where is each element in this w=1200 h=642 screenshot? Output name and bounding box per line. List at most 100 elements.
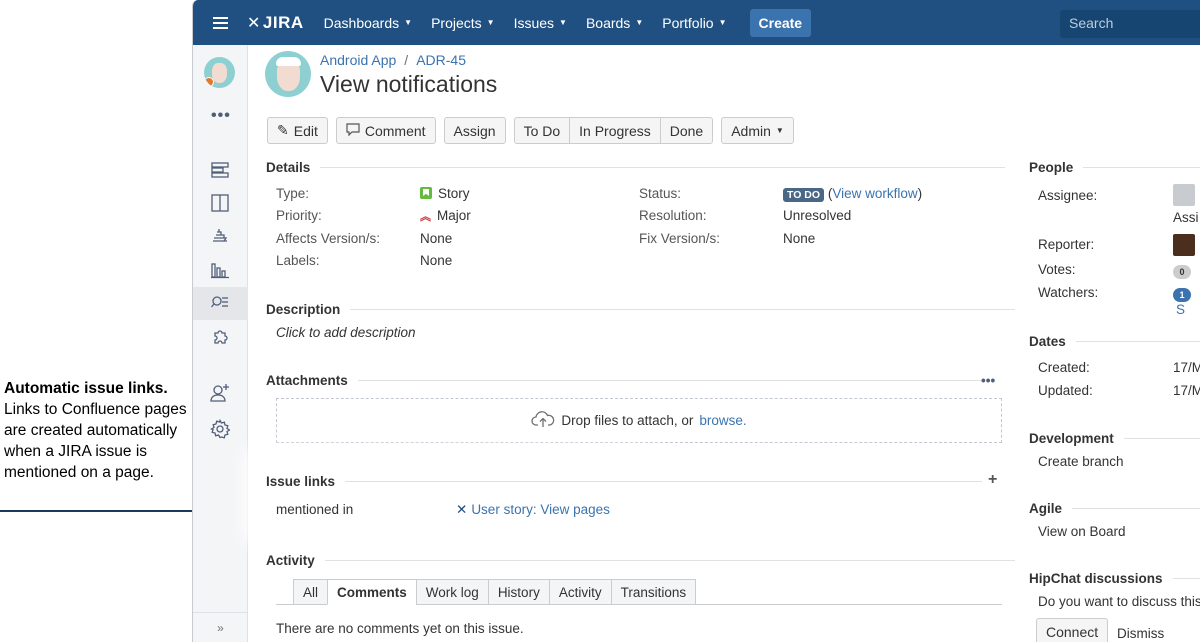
tab-activity[interactable]: Activity bbox=[548, 579, 612, 605]
chevron-down-icon: ▼ bbox=[775, 126, 784, 135]
browse-link[interactable]: browse. bbox=[699, 413, 746, 428]
reporter-avatar bbox=[1173, 234, 1195, 256]
settings-icon[interactable] bbox=[210, 419, 230, 439]
assignee-avatar bbox=[1173, 184, 1195, 206]
reporter-label: Reporter: bbox=[1038, 237, 1095, 252]
annotation-callout: Automatic issue links. Links to Confluen… bbox=[4, 378, 190, 483]
nav-issues[interactable]: Issues ▼ bbox=[514, 15, 567, 31]
nav-projects[interactable]: Projects ▼ bbox=[431, 15, 495, 31]
tab-comments[interactable]: Comments bbox=[327, 579, 417, 605]
issue-links-heading: Issue links bbox=[266, 474, 983, 489]
issue-toolbar: ✎ Edit Comment Assign To Do In Progress … bbox=[267, 117, 794, 144]
more-icon[interactable]: ••• bbox=[211, 107, 231, 125]
agile-heading: Agile bbox=[1029, 501, 1200, 516]
breadcrumb-project-link[interactable]: Android App bbox=[320, 52, 396, 68]
status-label: Status: bbox=[639, 186, 682, 201]
create-branch-link[interactable]: Create branch bbox=[1038, 454, 1124, 469]
nav-portfolio[interactable]: Portfolio ▼ bbox=[662, 15, 726, 31]
chevron-down-icon: ▼ bbox=[718, 18, 727, 27]
chevron-down-icon: ▼ bbox=[635, 18, 644, 27]
type-label: Type: bbox=[276, 186, 310, 201]
top-navigation-bar: ✕ JIRA Dashboards ▼ Projects ▼ Issues ▼ Boa… bbox=[193, 0, 1200, 45]
status-badge: TO DO bbox=[783, 188, 825, 202]
edit-button[interactable]: ✎ Edit bbox=[267, 117, 328, 144]
tab-work-log[interactable]: Work log bbox=[415, 579, 489, 605]
votes-label: Votes: bbox=[1038, 262, 1076, 277]
priority-major-icon: ︽ bbox=[420, 211, 431, 223]
nav-boards[interactable]: Boards ▼ bbox=[586, 15, 643, 31]
confluence-icon: ✕ bbox=[456, 502, 468, 517]
page-title: View notifications bbox=[320, 71, 498, 97]
search-input[interactable]: Search bbox=[1060, 10, 1200, 38]
collapse-sidebar-button[interactable]: » bbox=[193, 612, 248, 642]
attachments-more-icon[interactable]: ••• bbox=[981, 373, 995, 388]
labels-value: None bbox=[420, 253, 453, 268]
addons-icon[interactable] bbox=[210, 327, 230, 347]
assign-button[interactable]: Assign bbox=[443, 117, 506, 144]
tab-all[interactable]: All bbox=[293, 579, 329, 605]
watchers-label: Watchers: bbox=[1038, 285, 1099, 300]
issues-icon[interactable] bbox=[210, 293, 230, 313]
board-icon[interactable] bbox=[210, 193, 230, 213]
reports-icon[interactable] bbox=[210, 260, 230, 280]
priority-label: Priority: bbox=[276, 208, 322, 223]
issue-view: Android App / ADR-45 View notifications … bbox=[248, 45, 1200, 642]
releases-icon[interactable] bbox=[210, 226, 230, 246]
details-heading: Details bbox=[266, 160, 1006, 175]
chevron-down-icon: ▼ bbox=[404, 18, 413, 27]
view-on-board-link[interactable]: View on Board bbox=[1038, 524, 1126, 539]
priority-value: ︽ Major bbox=[420, 208, 471, 223]
attachment-dropzone[interactable]: Drop files to attach, or browse. bbox=[276, 398, 1002, 443]
chevron-down-icon: ▼ bbox=[559, 18, 567, 27]
todo-button[interactable]: To Do bbox=[513, 117, 571, 144]
resolution-label: Resolution: bbox=[639, 208, 707, 223]
nav-dashboards[interactable]: Dashboards ▼ bbox=[324, 15, 412, 31]
description-heading: Description bbox=[266, 302, 1016, 317]
workflow-button-group: To Do In Progress Done bbox=[513, 117, 714, 144]
status-value: TO DO (View workflow) bbox=[783, 186, 922, 202]
activity-tabs: All Comments Work log History Activity T… bbox=[293, 579, 697, 605]
created-label: Created: bbox=[1038, 360, 1090, 375]
issue-links-highlight bbox=[254, 460, 648, 532]
backlog-icon[interactable] bbox=[210, 160, 230, 180]
project-avatar-large[interactable] bbox=[265, 51, 311, 97]
add-people-icon[interactable] bbox=[210, 383, 230, 403]
callout-title: Automatic issue links. bbox=[4, 380, 168, 397]
jira-window: ✕ JIRA Dashboards ▼ Projects ▼ Issues ▼ Boa… bbox=[192, 0, 1200, 642]
resolution-value: Unresolved bbox=[783, 208, 852, 223]
breadcrumb-issue-key[interactable]: ADR-45 bbox=[416, 52, 466, 68]
votes-count[interactable]: 0 bbox=[1173, 263, 1191, 279]
assignee-label: Assignee: bbox=[1038, 188, 1098, 203]
tab-transitions[interactable]: Transitions bbox=[610, 579, 697, 605]
view-workflow-link[interactable]: View workflow bbox=[832, 186, 917, 201]
pencil-icon: ✎ bbox=[277, 122, 289, 138]
tab-history[interactable]: History bbox=[487, 579, 550, 605]
add-link-icon[interactable]: + bbox=[988, 471, 997, 489]
menu-icon[interactable] bbox=[193, 0, 247, 45]
confluence-link[interactable]: ✕ User story: View pages bbox=[456, 502, 610, 518]
watchers-count[interactable]: 1S bbox=[1173, 286, 1200, 317]
comment-button[interactable]: Comment bbox=[335, 117, 436, 144]
upload-cloud-icon bbox=[531, 410, 555, 431]
chevron-down-icon: ▼ bbox=[486, 18, 495, 27]
hipchat-connect-button[interactable]: Connect bbox=[1036, 618, 1109, 642]
story-icon bbox=[420, 187, 432, 199]
jira-logo[interactable]: ✕ JIRA bbox=[247, 13, 304, 33]
admin-button[interactable]: Admin ▼ bbox=[721, 117, 794, 144]
affects-version-value: None bbox=[420, 231, 453, 246]
in-progress-button[interactable]: In Progress bbox=[569, 117, 661, 144]
hipchat-dismiss-link[interactable]: Dismiss bbox=[1117, 626, 1164, 641]
dates-heading: Dates bbox=[1029, 334, 1200, 349]
project-sidebar: ••• » bbox=[193, 45, 248, 642]
description-field[interactable]: Click to add description bbox=[276, 325, 416, 340]
create-button[interactable]: Create bbox=[749, 8, 812, 37]
assign-to-me-link[interactable]: Assi bbox=[1173, 210, 1199, 225]
activity-heading: Activity bbox=[266, 553, 1015, 568]
done-button[interactable]: Done bbox=[659, 117, 714, 144]
jira-logo-icon: ✕ bbox=[247, 14, 261, 32]
breadcrumb: Android App / ADR-45 bbox=[320, 52, 466, 68]
project-avatar[interactable] bbox=[204, 57, 235, 88]
people-heading: People bbox=[1029, 160, 1200, 175]
type-value: Story bbox=[420, 186, 470, 201]
hipchat-heading: HipChat discussions bbox=[1029, 571, 1200, 586]
